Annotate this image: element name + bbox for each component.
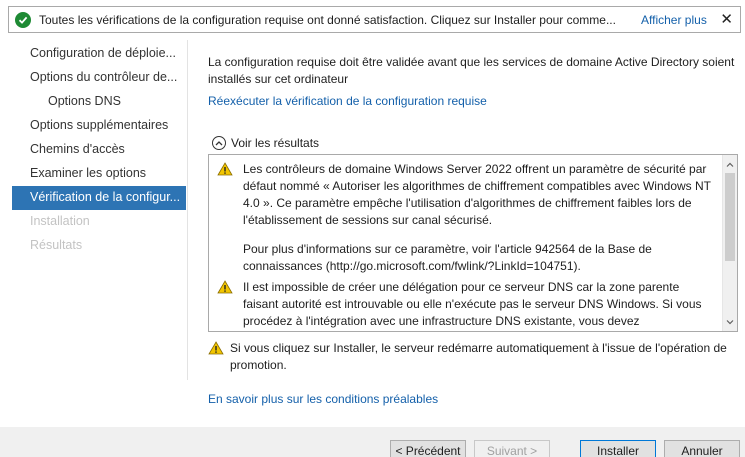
scrollbar-thumb[interactable]: [725, 173, 735, 261]
next-button: Suivant >: [474, 440, 550, 457]
nav-item-installation: Installation: [30, 214, 90, 228]
result-text: Il est impossible de créer une délégatio…: [243, 280, 702, 328]
nav-item-dns-options[interactable]: Options DNS: [12, 90, 186, 114]
rerun-check-link[interactable]: Réexécuter la vérification de la configu…: [208, 94, 487, 108]
learn-more-link[interactable]: En savoir plus sur les conditions préala…: [208, 392, 438, 406]
restart-warning-text: Si vous cliquez sur Installer, le serveu…: [230, 341, 727, 372]
result-text: Pour plus d'informations sur ce paramètr…: [243, 242, 652, 273]
previous-button[interactable]: < Précédent: [390, 440, 466, 457]
warning-icon: [217, 280, 233, 297]
warning-icon: [217, 162, 233, 179]
success-check-icon: [15, 11, 31, 28]
result-text: Les contrôleurs de domaine Windows Serve…: [243, 162, 711, 227]
close-icon[interactable]: ✕: [720, 11, 733, 28]
chevron-up-icon: [212, 136, 226, 150]
warning-icon: [208, 341, 224, 358]
wizard-navigation: Configuration de déploie... Options du c…: [0, 40, 188, 380]
result-item: Pour plus d'informations sur ce paramètr…: [217, 241, 715, 275]
show-more-link[interactable]: Afficher plus: [641, 13, 707, 27]
view-results-label: Voir les résultats: [231, 136, 320, 150]
install-button[interactable]: Installer: [580, 440, 656, 457]
nav-item-results: Résultats: [30, 238, 83, 252]
intro-text: La configuration requise doit être valid…: [208, 55, 735, 86]
cancel-button[interactable]: Annuler: [664, 440, 740, 457]
nav-item-additional-options[interactable]: Options supplémentaires: [12, 114, 186, 138]
view-results-toggle[interactable]: Voir les résultats: [212, 136, 319, 150]
results-scrollbar[interactable]: [722, 155, 737, 331]
nav-item-prerequisites-check[interactable]: Vérification de la configur...: [12, 186, 186, 210]
results-list[interactable]: Les contrôleurs de domaine Windows Serve…: [208, 154, 738, 332]
scroll-up-icon[interactable]: [723, 157, 737, 171]
result-item: Il est impossible de créer une délégatio…: [217, 279, 715, 330]
nav-item-review-options[interactable]: Examiner les options: [12, 162, 186, 186]
restart-warning: Si vous cliquez sur Installer, le serveu…: [208, 340, 738, 374]
nav-item-paths[interactable]: Chemins d'accès: [12, 138, 186, 162]
scroll-down-icon[interactable]: [723, 315, 737, 329]
status-banner: Toutes les vérifications de la configura…: [8, 6, 741, 33]
nav-item-dc-options[interactable]: Options du contrôleur de...: [12, 66, 186, 90]
banner-message: Toutes les vérifications de la configura…: [39, 12, 616, 27]
result-item: Les contrôleurs de domaine Windows Serve…: [217, 161, 715, 229]
nav-item-deployment-configuration[interactable]: Configuration de déploie...: [12, 42, 186, 66]
